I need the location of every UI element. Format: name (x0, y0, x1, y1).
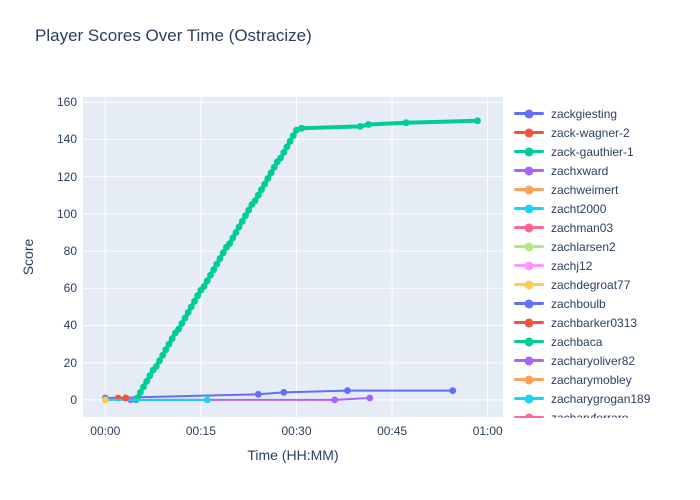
legend-line-marker-icon (514, 147, 544, 156)
y-tick-label: 140 (56, 132, 77, 147)
legend-item-zachbarker0313[interactable]: zachbarker0313 (514, 313, 692, 332)
legend-line-marker-icon (514, 223, 544, 232)
legend-item-zacht2000[interactable]: zacht2000 (514, 199, 692, 218)
data-point-zacht2000[interactable] (203, 396, 211, 404)
legend-label: zacharygrogan189 (551, 391, 651, 406)
legend-label: zack-gauthier-1 (551, 144, 634, 159)
x-tick-label: 00:00 (90, 424, 121, 438)
data-point-zack-gauthier-1[interactable] (298, 124, 305, 132)
y-tick-label: 40 (63, 318, 77, 333)
legend-label: zachman03 (551, 220, 614, 235)
y-tick-label: 100 (56, 206, 77, 221)
legend-line-marker-icon (514, 109, 544, 118)
legend-line-marker-icon (514, 280, 544, 289)
legend-item-zacharyferraro[interactable]: zacharyferraro (514, 408, 692, 418)
x-tick-label: 00:45 (377, 424, 408, 438)
series-line-zack-gauthier-1[interactable] (134, 118, 478, 402)
y-axis-title: Score (20, 238, 36, 276)
x-axis-title: Time (HH:MM) (247, 447, 339, 463)
legend-label: zachxward (551, 163, 609, 178)
legend-label: zachboulb (551, 296, 606, 311)
data-point-zackgiesting[interactable] (280, 389, 288, 396)
data-point-zackgiesting[interactable] (254, 390, 262, 398)
series-line-zackgiesting[interactable] (105, 389, 453, 399)
legend-line-marker-icon (514, 337, 544, 346)
y-tick-label: 120 (56, 169, 77, 184)
x-tick-label: 00:30 (281, 424, 312, 438)
legend-label: zacht2000 (551, 201, 607, 216)
y-tick-label: 60 (63, 281, 77, 296)
legend-line-marker-icon (514, 394, 544, 403)
legend-item-zacharygrogan189[interactable]: zacharygrogan189 (514, 389, 692, 408)
legend-item-zachlarsen2[interactable]: zachlarsen2 (514, 237, 692, 256)
legend-line-marker-icon (514, 318, 544, 327)
legend-line-marker-icon (514, 242, 544, 251)
data-point-zachdegroat77[interactable] (101, 396, 109, 404)
legend-label: zacharymobley (551, 372, 632, 387)
x-tick-label: 00:15 (185, 424, 216, 438)
data-point-zachxward[interactable] (331, 396, 339, 404)
legend-line-marker-icon (514, 413, 544, 418)
legend-label: zack-wagner-2 (551, 125, 630, 140)
y-tick-label: 80 (63, 244, 77, 259)
legend-label: zachlarsen2 (551, 239, 616, 254)
legend-item-zachboulb[interactable]: zachboulb (514, 294, 692, 313)
data-point-zack-gauthier-1[interactable] (365, 121, 372, 128)
legend-item-zachdegroat77[interactable]: zachdegroat77 (514, 275, 692, 294)
legend-line-marker-icon (514, 375, 544, 384)
legend-label: zachbaca (551, 334, 603, 349)
y-tick-label: 0 (70, 392, 77, 407)
legend-line-marker-icon (514, 185, 544, 194)
legend-item-zacharyoliver82[interactable]: zacharyoliver82 (514, 351, 692, 370)
legend-item-zackgiesting[interactable]: zackgiesting (514, 104, 692, 123)
legend-line-marker-icon (514, 204, 544, 213)
data-point-zachbarker0313[interactable] (122, 394, 130, 402)
legend-line-marker-icon (514, 166, 544, 175)
legend-item-zacharymobley[interactable]: zacharymobley (514, 370, 692, 389)
data-point-zack-gauthier-1[interactable] (474, 117, 481, 125)
legend-item-zachj12[interactable]: zachj12 (514, 256, 692, 275)
legend-label: zackgiesting (551, 106, 618, 121)
legend-item-zack-wagner-2[interactable]: zack-wagner-2 (514, 123, 692, 142)
legend-item-zachbaca[interactable]: zachbaca (514, 332, 692, 351)
data-point-zackgiesting[interactable] (344, 387, 351, 394)
data-point-zack-gauthier-1[interactable] (402, 119, 410, 127)
legend-item-zachweimert[interactable]: zachweimert (514, 180, 692, 199)
legend-label: zacharyoliver82 (551, 353, 636, 368)
legend-label: zachdegroat77 (551, 277, 631, 292)
legend-label: zachj12 (551, 258, 593, 273)
legend-label: zachweimert (551, 182, 619, 197)
legend-label: zacharyferraro (551, 410, 629, 419)
y-tick-label: 160 (56, 95, 77, 110)
data-point-zack-gauthier-1[interactable] (356, 123, 364, 130)
legend-line-marker-icon (514, 261, 544, 270)
y-tick-label: 20 (63, 355, 77, 370)
legend-item-zachxward[interactable]: zachxward (514, 161, 692, 180)
plot-canvas[interactable] (83, 97, 503, 417)
legend-item-zack-gauthier-1[interactable]: zack-gauthier-1 (514, 142, 692, 161)
plot-area[interactable] (83, 97, 503, 417)
chart-title: Player Scores Over Time (Ostracize) (35, 26, 312, 45)
data-point-zackgiesting[interactable] (449, 387, 457, 394)
figure: Player Scores Over Time (Ostracize) 0 20 4… (0, 0, 700, 500)
data-point-zachxward[interactable] (366, 394, 374, 402)
legend-line-marker-icon (514, 128, 544, 137)
legend-item-zachman03[interactable]: zachman03 (514, 218, 692, 237)
legend: zackgiesting zack-wagner-2 zack-gauthier-1… (514, 104, 692, 418)
legend-label: zachbarker0313 (551, 315, 638, 330)
legend-line-marker-icon (514, 299, 544, 308)
legend-line-marker-icon (514, 356, 544, 365)
x-tick-label: 01:00 (472, 424, 503, 438)
